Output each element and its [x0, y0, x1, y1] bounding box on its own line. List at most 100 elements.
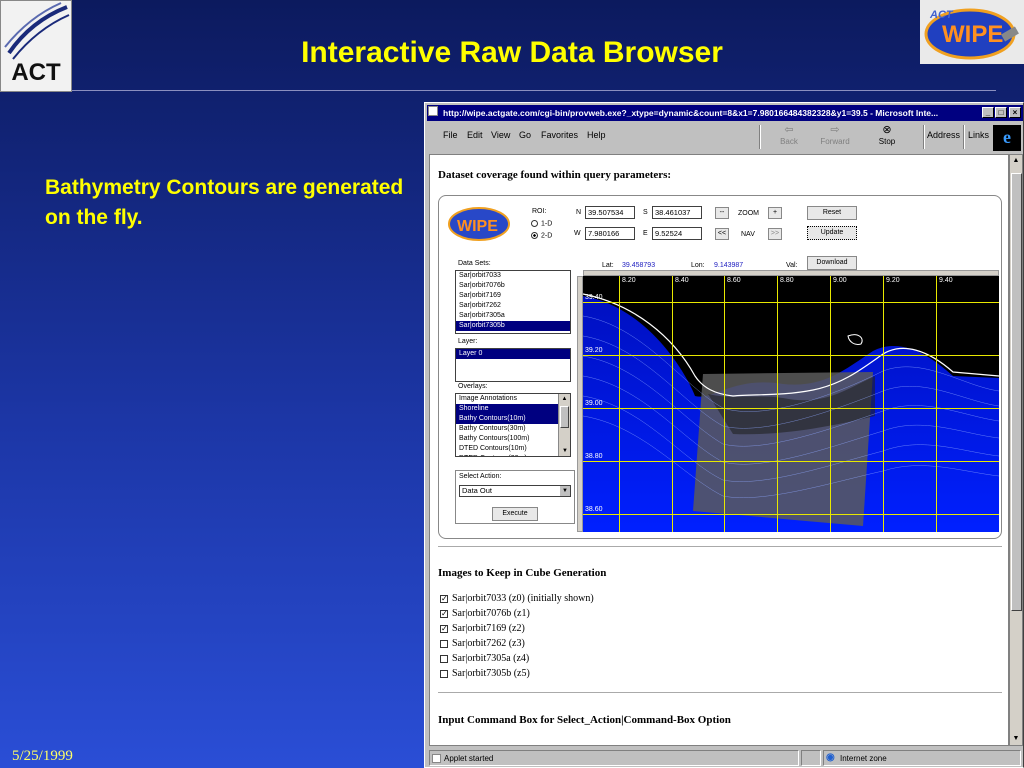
chevron-down-icon[interactable]: ▼ [560, 486, 570, 496]
status-cell [801, 750, 821, 766]
scroll-down-icon[interactable]: ▼ [559, 446, 570, 456]
page-viewport: Dataset coverage found within query para… [429, 154, 1009, 746]
overlays-label: Overlays: [458, 383, 488, 390]
browser-titlebar: http://wipe.actgate.com/cgi-bin/provweb.… [427, 105, 1023, 121]
image-keep-checkbox[interactable]: ✓ [440, 594, 448, 603]
section-divider [438, 546, 1002, 548]
stop-icon: ⊗ [882, 124, 892, 136]
menu-help[interactable]: Help [587, 130, 606, 140]
image-keep-row[interactable]: Sar|orbit7305b (z5) [440, 667, 530, 681]
browser-title: http://wipe.actgate.com/cgi-bin/provweb.… [443, 108, 939, 118]
images-heading: Images to Keep in Cube Generation [438, 567, 607, 579]
ie-logo-icon: e [993, 125, 1021, 151]
w-label: W [574, 230, 581, 237]
image-keep-label: Sar|orbit7076b (z1) [452, 608, 530, 619]
scroll-up-icon[interactable]: ▲ [1010, 155, 1022, 167]
ie-page-icon [428, 106, 438, 116]
layer-list[interactable]: Layer 0 [455, 348, 571, 382]
west-field[interactable]: 7.980166 [585, 227, 635, 240]
execute-button[interactable]: Execute [492, 507, 538, 521]
status-bar: Applet started ◉ Internet zone [427, 749, 1023, 767]
dataset-item[interactable]: Sar|orbit7169 [456, 291, 570, 301]
datasets-list[interactable]: Sar|orbit7033 Sar|orbit7076b Sar|orbit7169… [455, 270, 571, 334]
menu-edit[interactable]: Edit [467, 130, 483, 140]
y-tick-label: 38.60 [585, 506, 603, 513]
nav-left-button[interactable]: << [715, 228, 729, 240]
north-field[interactable]: 39.507534 [585, 206, 635, 219]
address-label[interactable]: Address [927, 130, 960, 140]
dataset-item[interactable]: Sar|orbit7262 [456, 301, 570, 311]
south-field[interactable]: 38.461037 [652, 206, 702, 219]
page-scroll-thumb[interactable] [1011, 173, 1022, 611]
overlay-item[interactable]: Bathy Contours(10m) [456, 414, 559, 424]
menu-favorites[interactable]: Favorites [541, 130, 578, 140]
lat-value: 39.458793 [622, 262, 656, 269]
y-tick-label: 39.40 [585, 294, 603, 301]
zoom-out-button[interactable]: -- [715, 207, 729, 219]
dataset-item[interactable]: Sar|orbit7033 [456, 271, 570, 281]
overlays-scroll-thumb[interactable] [560, 406, 569, 428]
overlay-item[interactable]: DTED Contours(30m) [456, 454, 559, 456]
minimize-button[interactable]: _ [982, 107, 994, 118]
image-keep-row[interactable]: ✓ Sar|orbit7033 (z0) (initially shown) [440, 592, 594, 606]
back-button[interactable]: ⇦ Back [769, 123, 809, 151]
forward-button[interactable]: ⇨ Forward [815, 123, 855, 151]
lon-label: Lon: [691, 262, 705, 269]
status-text: Applet started [444, 754, 494, 763]
image-keep-checkbox[interactable]: ✓ [440, 624, 448, 633]
x-tick-label: 9.20 [886, 277, 900, 284]
image-keep-row[interactable]: ✓ Sar|orbit7076b (z1) [440, 607, 530, 621]
x-tick-label: 8.80 [780, 277, 794, 284]
reset-button[interactable]: Reset [807, 206, 857, 220]
overlay-item[interactable]: Bathy Contours(30m) [456, 424, 559, 434]
download-button[interactable]: Download [807, 256, 857, 270]
dataset-item[interactable]: Sar|orbit7305b [456, 321, 570, 331]
maximize-button[interactable]: □ [995, 107, 1007, 118]
menu-toolbar: File Edit View Go Favorites Help ⇦ Back … [427, 123, 1023, 151]
layer-item[interactable]: Layer 0 [456, 349, 570, 359]
image-keep-checkbox[interactable]: ✓ [440, 609, 448, 618]
overlay-item[interactable]: Image Annotations [456, 394, 559, 404]
zone-box: ◉ Internet zone [823, 750, 1021, 766]
image-keep-checkbox[interactable] [440, 654, 448, 663]
image-keep-row[interactable]: ✓ Sar|orbit7169 (z2) [440, 622, 525, 636]
image-keep-checkbox[interactable] [440, 669, 448, 678]
menu-view[interactable]: View [491, 130, 510, 140]
update-button[interactable]: Update [807, 226, 857, 240]
toolbar-separator [759, 125, 761, 149]
wipe-logo-graphic: WIPE ACT [924, 8, 1019, 60]
forward-label: Forward [820, 137, 850, 146]
bathymetry-map[interactable]: 8.20 8.40 8.60 8.80 9.00 9.20 9.40 39.40… [583, 276, 999, 532]
dataset-item[interactable]: Sar|orbit7076b [456, 281, 570, 291]
menu-file[interactable]: File [443, 130, 458, 140]
y-tick-label: 39.20 [585, 347, 603, 354]
stop-label: Stop [878, 137, 896, 146]
overlay-item[interactable]: DTED Contours(10m) [456, 444, 559, 454]
stop-button[interactable]: ⊗ Stop [867, 123, 907, 151]
x-tick-label: 9.40 [939, 277, 953, 284]
image-keep-checkbox[interactable] [440, 639, 448, 648]
page-scrollbar[interactable]: ▲ ▼ [1009, 154, 1023, 746]
close-button[interactable]: × [1009, 107, 1021, 118]
image-keep-row[interactable]: Sar|orbit7262 (z3) [440, 637, 525, 651]
scroll-down-icon[interactable]: ▼ [1010, 733, 1022, 745]
links-label[interactable]: Links [968, 130, 989, 140]
zoom-label: ZOOM [738, 210, 759, 217]
zoom-in-button[interactable]: + [768, 207, 782, 219]
overlays-list[interactable]: Image Annotations Shoreline Bathy Contours… [455, 393, 571, 457]
roi-option-1d[interactable]: 1-D [531, 220, 552, 227]
roi-option-2d[interactable]: 2-D [531, 232, 552, 239]
image-keep-row[interactable]: Sar|orbit7305a (z4) [440, 652, 529, 666]
menu-go[interactable]: Go [519, 130, 531, 140]
wipe-logo-text: WIPE [942, 21, 1003, 48]
overlays-scrollbar[interactable]: ▲ ▼ [558, 394, 570, 456]
nav-right-button[interactable]: >> [768, 228, 782, 240]
globe-icon: ◉ [826, 752, 835, 763]
action-select[interactable]: Data Out ▼ [459, 485, 571, 497]
zone-text: Internet zone [840, 754, 887, 763]
scroll-up-icon[interactable]: ▲ [559, 394, 570, 404]
dataset-item[interactable]: Sar|orbit7305a [456, 311, 570, 321]
overlay-item[interactable]: Shoreline [456, 404, 559, 414]
east-field[interactable]: 9.52524 [652, 227, 702, 240]
overlay-item[interactable]: Bathy Contours(100m) [456, 434, 559, 444]
